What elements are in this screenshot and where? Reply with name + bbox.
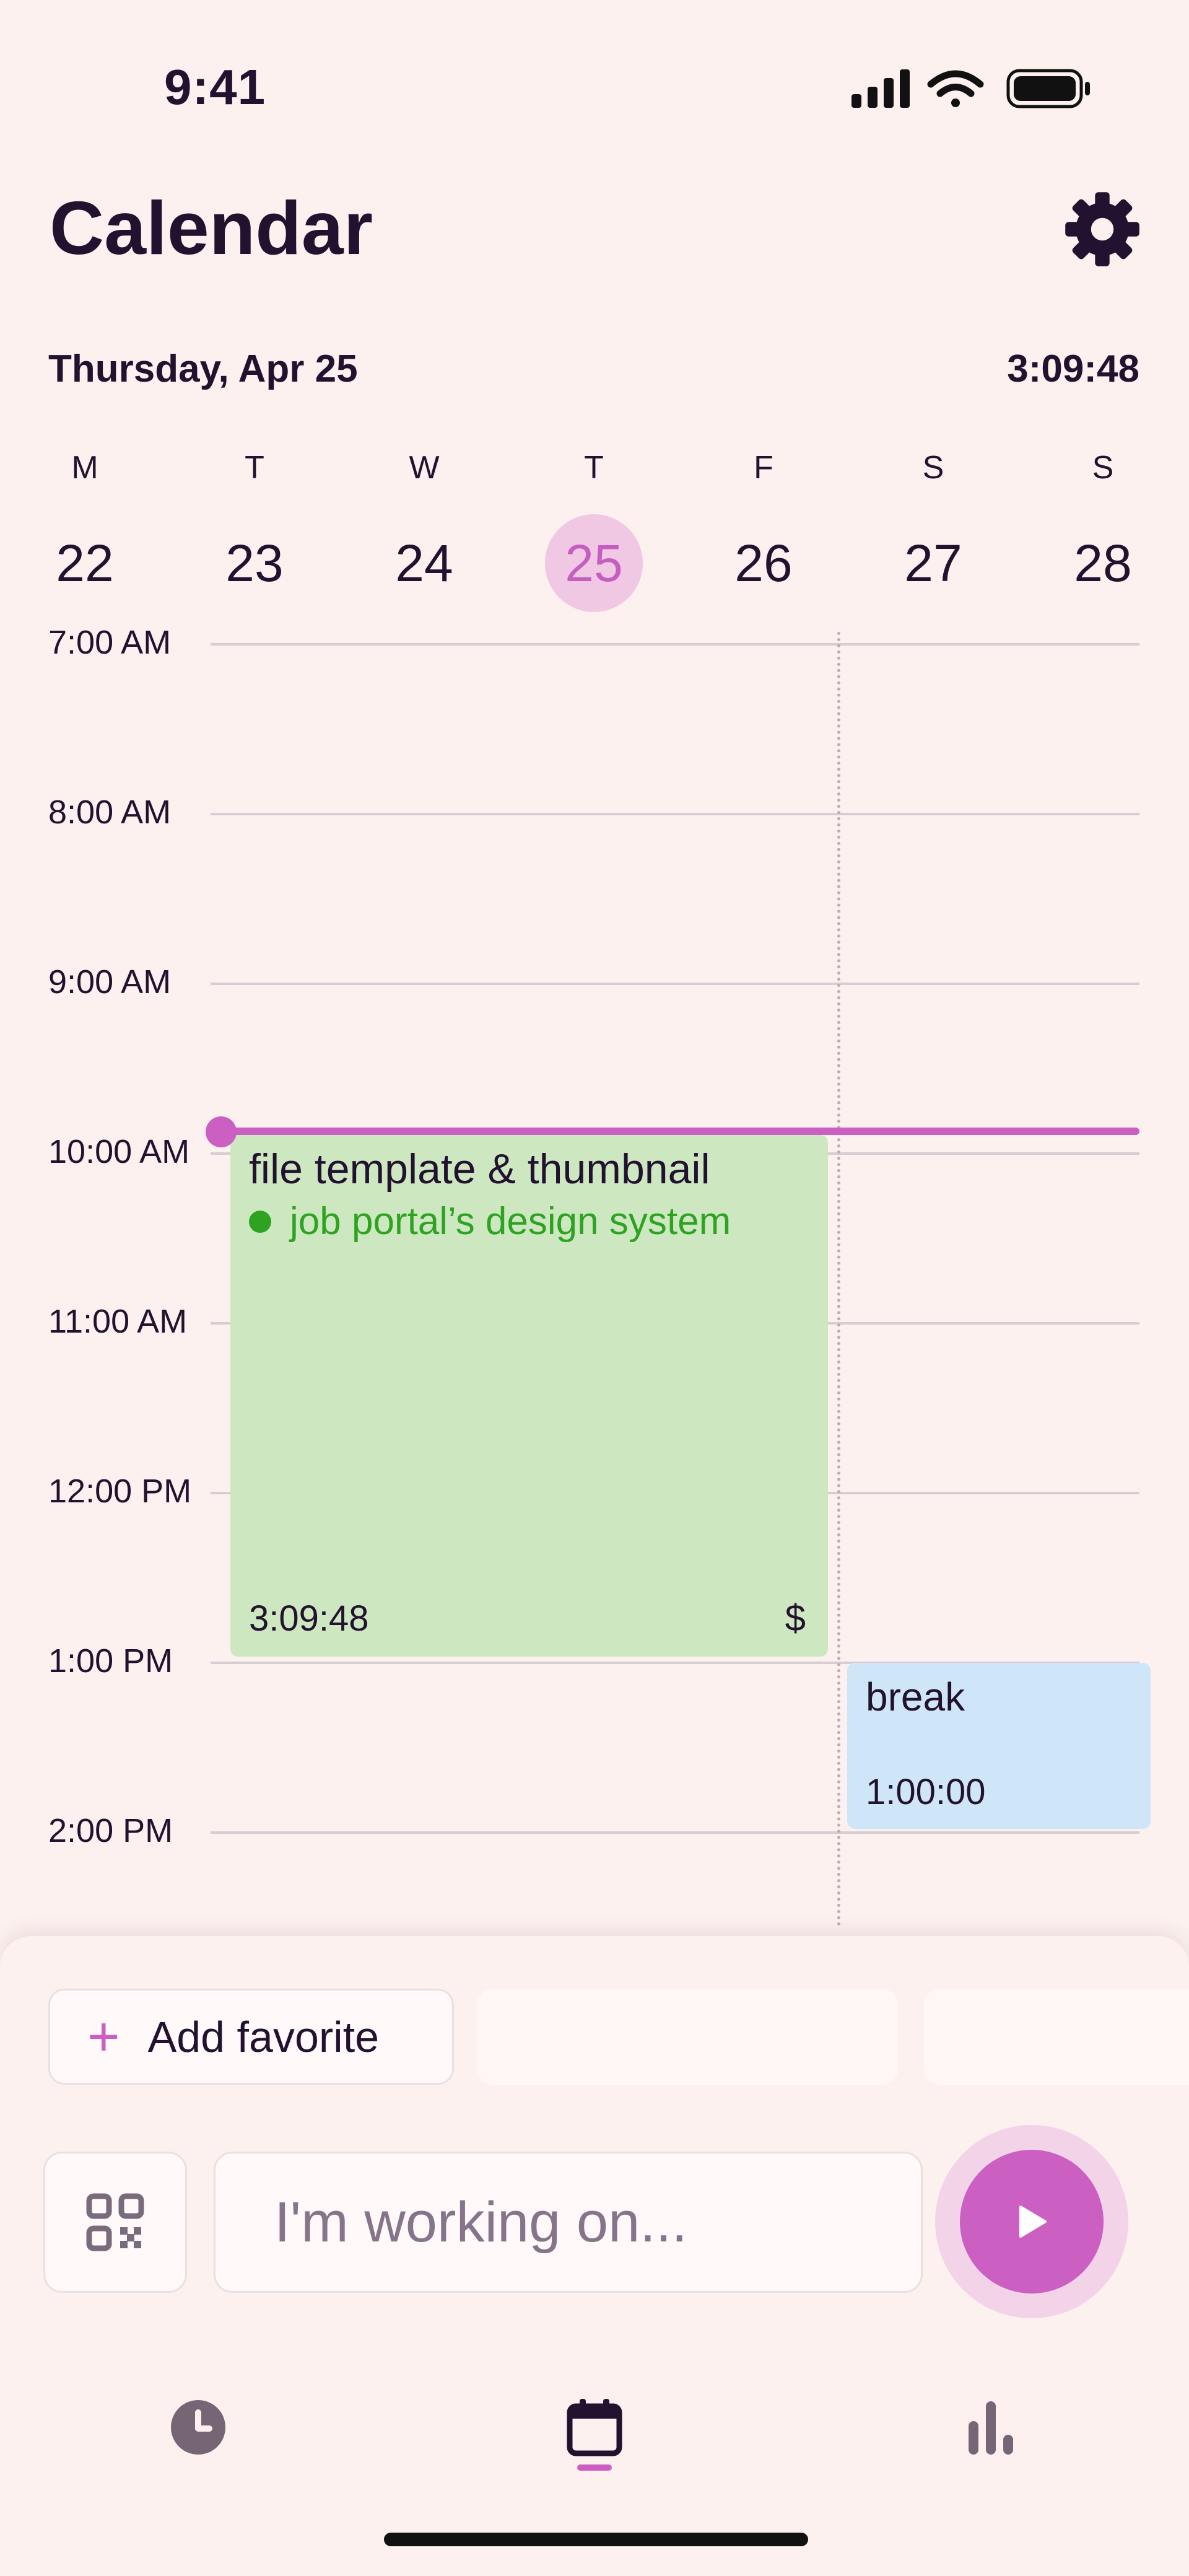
day-tuesday[interactable]: T 23 xyxy=(193,446,316,612)
day-number: 24 xyxy=(395,534,453,592)
selected-date: Thursday, Apr 25 xyxy=(48,348,358,390)
hour-label: 8:00 AM xyxy=(48,794,172,831)
day-letter: T xyxy=(245,450,264,486)
plus-icon: + xyxy=(87,2005,120,2068)
event-title: file template & thumbnail xyxy=(249,1146,710,1193)
event-duration: 3:09:48 xyxy=(249,1598,369,1639)
hour-line xyxy=(211,983,1139,985)
day-letter: T xyxy=(584,450,604,486)
day-number: 22 xyxy=(56,534,114,592)
day-saturday[interactable]: S 27 xyxy=(871,446,995,612)
tab-timer[interactable] xyxy=(136,2398,260,2521)
add-favorite-label: Add favorite xyxy=(147,2012,380,2061)
hour-label: 2:00 PM xyxy=(48,1812,173,1849)
day-letter: S xyxy=(1092,450,1114,486)
tab-reports[interactable] xyxy=(929,2398,1053,2521)
hour-row: 2:00 PM xyxy=(0,1812,1189,1849)
day-thursday-today[interactable]: T 25 xyxy=(532,446,656,612)
day-timeline[interactable]: 7:00 AM 8:00 AM 9:00 AM 10:00 AM 11:00 A… xyxy=(0,620,1189,1927)
day-letter: F xyxy=(754,450,773,486)
hour-label: 1:00 PM xyxy=(48,1642,173,1680)
now-divider xyxy=(837,632,840,1927)
qr-scan-button[interactable] xyxy=(43,2152,187,2293)
hour-label: 11:00 AM xyxy=(48,1303,188,1340)
hour-line xyxy=(211,813,1139,815)
hour-row: 8:00 AM xyxy=(0,794,1189,831)
app-screen: 9:41 Calendar Thursday, Apr 25 3:09:48 M… xyxy=(0,0,1189,2576)
current-time-dot xyxy=(206,1116,237,1147)
day-number: 28 xyxy=(1074,534,1132,592)
wifi-icon xyxy=(927,70,984,107)
timer-sheet: + Add favorite I'm working on... xyxy=(0,1936,1189,2576)
add-favorite-button[interactable]: + Add favorite xyxy=(48,1989,454,2085)
day-wednesday[interactable]: W 24 xyxy=(362,446,486,612)
active-tab-indicator xyxy=(577,2464,612,2471)
hour-label: 7:00 AM xyxy=(48,624,172,661)
hour-row: 7:00 AM xyxy=(0,624,1189,661)
favorite-slot[interactable] xyxy=(924,1989,1189,2085)
break-event[interactable]: break 1:00:00 xyxy=(847,1663,1151,1829)
qr-code-icon xyxy=(86,2193,144,2251)
billable-icon: $ xyxy=(785,1597,806,1639)
signal-icon xyxy=(851,69,910,108)
hour-label: 12:00 PM xyxy=(48,1473,192,1510)
day-monday[interactable]: M 22 xyxy=(23,446,147,612)
hour-line xyxy=(211,643,1139,646)
hour-row: 9:00 AM xyxy=(0,963,1189,1001)
page-title: Calendar xyxy=(50,186,373,270)
project-color-dot xyxy=(249,1211,271,1233)
project-name: job portal’s design system xyxy=(290,1200,731,1243)
week-strip: M 22 T 23 W 24 T 25 F 26 S 27 S 28 xyxy=(0,446,1189,620)
hour-line xyxy=(211,1831,1139,1834)
favorite-slot[interactable] xyxy=(477,1989,898,2085)
settings-button[interactable] xyxy=(1062,189,1143,269)
hour-label: 10:00 AM xyxy=(48,1133,190,1170)
description-input[interactable]: I'm working on... xyxy=(214,2152,923,2293)
day-sunday[interactable]: S 28 xyxy=(1041,446,1165,612)
event-title: break xyxy=(866,1675,965,1719)
tab-bar xyxy=(0,2398,1189,2521)
battery-icon xyxy=(1006,69,1090,108)
clock-icon xyxy=(171,2400,225,2455)
day-letter: S xyxy=(922,450,944,486)
current-time-line xyxy=(220,1128,1139,1135)
day-friday[interactable]: F 26 xyxy=(702,446,825,612)
day-number: 23 xyxy=(225,534,284,592)
gear-icon xyxy=(1065,192,1139,266)
time-entry-event[interactable]: file template & thumbnail job portal’s d… xyxy=(230,1135,828,1657)
start-timer-button[interactable] xyxy=(960,2150,1104,2293)
day-number: 27 xyxy=(904,534,962,592)
play-icon xyxy=(1019,2206,1047,2238)
day-number: 26 xyxy=(734,534,793,592)
day-number: 25 xyxy=(545,514,643,612)
status-icons xyxy=(851,69,1090,108)
event-duration: 1:00:00 xyxy=(866,1772,986,1812)
status-time: 9:41 xyxy=(164,59,266,115)
bar-chart-icon xyxy=(969,2401,1013,2455)
event-project: job portal’s design system xyxy=(249,1197,809,1246)
tab-calendar[interactable] xyxy=(533,2398,656,2521)
hour-label: 9:00 AM xyxy=(48,963,172,1001)
calendar-icon xyxy=(567,2399,622,2456)
running-clock: 3:09:48 xyxy=(1007,348,1139,390)
day-letter: W xyxy=(409,450,440,486)
day-letter: M xyxy=(71,450,98,486)
home-indicator xyxy=(384,2533,808,2546)
